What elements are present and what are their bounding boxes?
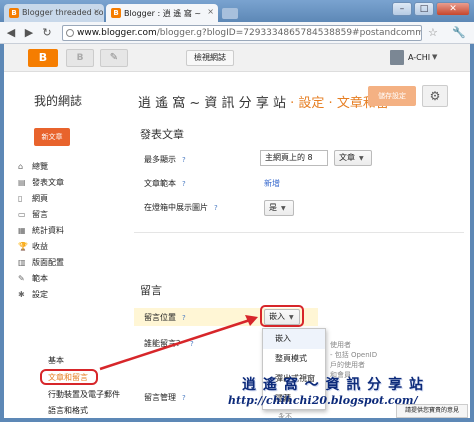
tab-blogger-threaded[interactable]: B Blogger threaded co × (4, 4, 104, 22)
blogger-favicon-icon: B (9, 8, 19, 18)
back-icon[interactable]: ◀ (4, 26, 18, 40)
feedback-button[interactable]: 請提供您寶貴的意見 (396, 404, 468, 418)
forward-icon[interactable]: ▶ (22, 26, 36, 40)
tab-label: Blogger threaded co (22, 8, 104, 17)
maximize-button[interactable]: □ (414, 2, 434, 16)
minimize-button[interactable]: – (392, 2, 412, 16)
tab-label: Blogger : 逍 遙 窩 ~ (124, 9, 202, 18)
url-path: /blogger.g?blogID=7293334865784538859#po… (156, 28, 421, 38)
browser-toolbar: ◀ ▶ ↻ www.blogger.com/blogger.g?blogID=7… (0, 22, 474, 44)
close-window-button[interactable]: ✕ (436, 2, 470, 16)
wrench-icon[interactable]: 🔧 (452, 26, 466, 39)
watermark-title: 逍 遙 窩 ～ 資 訊 分 享 站 (242, 377, 424, 393)
bookmark-star-icon[interactable]: ☆ (428, 26, 438, 39)
tab-close-icon[interactable]: × (207, 7, 214, 16)
watermark: 逍 遙 窩 ～ 資 訊 分 享 站 http://chihchi20.blogs… (228, 374, 423, 414)
annotation-arrow (99, 315, 258, 371)
window-controls: – □ ✕ (392, 2, 470, 16)
url-host: www.blogger.com (77, 28, 157, 38)
reload-icon[interactable]: ↻ (40, 26, 54, 40)
tab-close-icon[interactable]: × (93, 7, 100, 16)
blogger-favicon-icon: B (111, 8, 121, 18)
new-tab-button[interactable] (222, 8, 238, 19)
tab-blogger-settings[interactable]: B Blogger : 逍 遙 窩 ~ × (106, 4, 218, 22)
blogger-page: B B ✎ 檢視網誌 A-CHI ▼ 我的網誌 逍 遙 窩 ~ 資 訊 分 享 … (4, 44, 470, 418)
globe-icon (66, 29, 74, 37)
address-bar[interactable]: www.blogger.com/blogger.g?blogID=7293334… (62, 25, 422, 41)
watermark-url: http://chihchi20.blogspot.com/ (228, 394, 418, 407)
browser-titlebar: B Blogger threaded co × B Blogger : 逍 遙 … (0, 0, 474, 22)
